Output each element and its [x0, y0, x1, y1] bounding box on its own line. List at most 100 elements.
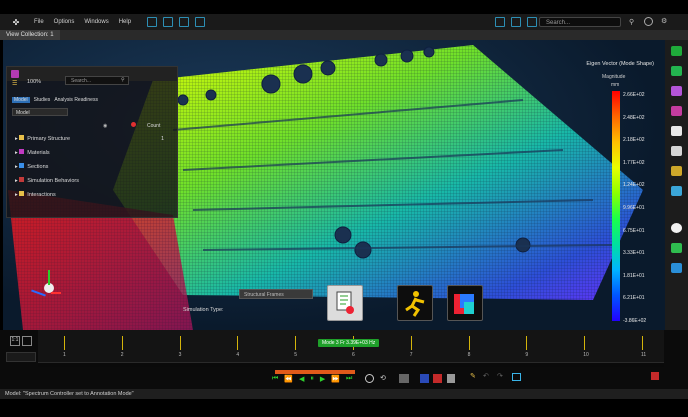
timeline-tick-label: 2: [120, 352, 124, 358]
global-search-input[interactable]: Search...: [539, 17, 621, 27]
timeline-tick: [237, 336, 239, 350]
legend-label: 1.77E+02: [623, 159, 645, 166]
tab-model[interactable]: Model: [12, 97, 30, 103]
timeline-tick-label: 7: [409, 352, 413, 358]
result-icon[interactable]: [433, 374, 442, 383]
toolbar-icon[interactable]: [671, 243, 682, 253]
camera-icon[interactable]: [399, 374, 409, 383]
mesh-icon[interactable]: [420, 374, 429, 383]
panel-search-input[interactable]: Search...: [65, 76, 129, 85]
display-icon[interactable]: [447, 374, 455, 383]
zoom-level[interactable]: 100%: [27, 78, 41, 86]
list-icon[interactable]: ☰: [12, 80, 17, 87]
running-figure-icon: [405, 291, 425, 317]
tree-item-icon: [19, 191, 25, 196]
step-back-icon[interactable]: ◀: [299, 375, 304, 383]
timeline-play-controls[interactable]: [6, 352, 36, 362]
search-icon[interactable]: ⚲: [121, 77, 125, 83]
play-icon[interactable]: ▶: [320, 375, 325, 383]
app-logo: ✜: [12, 17, 20, 27]
toolbar-icon[interactable]: [163, 17, 174, 27]
legend-unit: mm: [611, 82, 620, 88]
app-window: ✜ File Options Windows Help Search... ⚲ …: [0, 0, 688, 417]
tree-row[interactable]: ▸ Primary Structure 1: [15, 135, 164, 143]
tree-row[interactable]: ▸ Sections: [15, 163, 48, 171]
loop-icon[interactable]: [365, 374, 374, 383]
pencil-icon[interactable]: ✎: [470, 372, 476, 380]
panel-tabs: Model Studies Analysis Readiness: [12, 97, 98, 103]
toolbar-icon[interactable]: [671, 146, 682, 156]
timeline-tick-label: 10: [583, 352, 589, 358]
timeline-icon[interactable]: 1:1: [10, 336, 20, 346]
legend-label: 2.66E+02: [623, 92, 645, 98]
menu-help[interactable]: Help: [119, 19, 131, 25]
playback-progress: [275, 370, 355, 374]
timeline-tick: [64, 336, 65, 350]
count-header: Count: [147, 123, 161, 129]
last-frame-icon[interactable]: ⏭: [346, 375, 352, 383]
sync-icon[interactable]: ⟲: [380, 374, 386, 382]
pause-icon[interactable]: ⏸: [310, 375, 314, 383]
toolbar-icon[interactable]: [671, 186, 682, 196]
timeline-scrub[interactable]: [38, 362, 664, 367]
menu-windows[interactable]: Windows: [84, 19, 108, 25]
timeline-icon[interactable]: [22, 336, 32, 346]
tree-item-icon: [19, 149, 25, 154]
timeline-tick: [295, 336, 297, 350]
toolbar-icon[interactable]: [671, 126, 682, 136]
toolbar-icon[interactable]: [195, 17, 206, 27]
toolbar-icon[interactable]: [527, 17, 538, 27]
status-bar: Model: "Spectrum Controller set to Annot…: [0, 389, 688, 399]
report-button[interactable]: [327, 285, 363, 321]
timeline-tick-label: 6: [352, 352, 355, 358]
tree-row[interactable]: ▸ Materials: [15, 149, 50, 157]
toolbar-icon[interactable]: [671, 86, 682, 96]
filter-select[interactable]: Model: [12, 108, 68, 116]
undo-icon[interactable]: ↶: [483, 372, 489, 380]
tree-item-icon: [19, 177, 25, 182]
prev-icon[interactable]: ⏪: [284, 375, 293, 383]
settings-icon[interactable]: ⚙: [661, 17, 667, 25]
table-icon[interactable]: [512, 373, 521, 381]
legend-label: 3.33E+01: [623, 250, 645, 257]
mode-readout: Mode 3 Fr 3.39E+03 Hz: [318, 339, 380, 347]
toolbar-icon[interactable]: [671, 166, 682, 176]
first-frame-icon[interactable]: ⏮: [272, 375, 278, 383]
tree-row[interactable]: ▸ Simulation Behaviors: [15, 177, 79, 185]
toolbar-icon[interactable]: [147, 17, 158, 27]
step-forward-icon[interactable]: ⏩: [331, 375, 340, 383]
toolbar-icon[interactable]: [671, 223, 682, 233]
tab-analysis-readiness[interactable]: Analysis Readiness: [54, 97, 98, 103]
timeline-tick-label: 4: [236, 352, 240, 358]
toolbar-icon[interactable]: [179, 17, 190, 27]
toolbar-icon[interactable]: [511, 17, 522, 27]
help-icon[interactable]: [644, 17, 653, 26]
redo-icon[interactable]: ↷: [497, 372, 503, 380]
tree-row[interactable]: ▸ Interactions: [15, 191, 56, 199]
legend-label: 1.81E+01: [623, 272, 645, 279]
legend-title: Eigen Vector (Mode Shape): [586, 61, 654, 67]
menu-file[interactable]: File: [34, 19, 44, 25]
timeline-tick-label: 8: [467, 352, 471, 358]
record-icon[interactable]: [651, 372, 659, 380]
tab-studies[interactable]: Studies: [34, 97, 51, 103]
toolbar-icon[interactable]: [671, 263, 682, 273]
timeline-panel: 1:1 1 2 3 4 5 6 7 8 9 10 11 Mode 3 Fr 3.39E+03 Hz …: [0, 330, 688, 390]
timeline-tick: [410, 336, 412, 350]
tree-item-label: Materials: [27, 150, 50, 156]
simulation-type-select[interactable]: Structural Frames: [239, 289, 313, 299]
view-title-bar: View Collection: 1: [0, 30, 688, 40]
toolbar-icon[interactable]: [671, 106, 682, 116]
toolbar-icon[interactable]: [671, 46, 682, 56]
run-simulation-button[interactable]: [397, 285, 433, 321]
search-icon[interactable]: ⚲: [629, 18, 634, 26]
axis-triad: [31, 270, 61, 300]
menu-options[interactable]: Options: [54, 19, 75, 25]
toolbar-icon[interactable]: [495, 17, 506, 27]
toolbar-icon[interactable]: [671, 66, 682, 76]
results-button[interactable]: [447, 285, 483, 321]
right-toolbar: [665, 40, 688, 330]
status-icon: [131, 122, 136, 127]
legend-label: -3.86E+02: [623, 318, 647, 324]
view-tab[interactable]: View Collection: 1: [0, 30, 60, 40]
